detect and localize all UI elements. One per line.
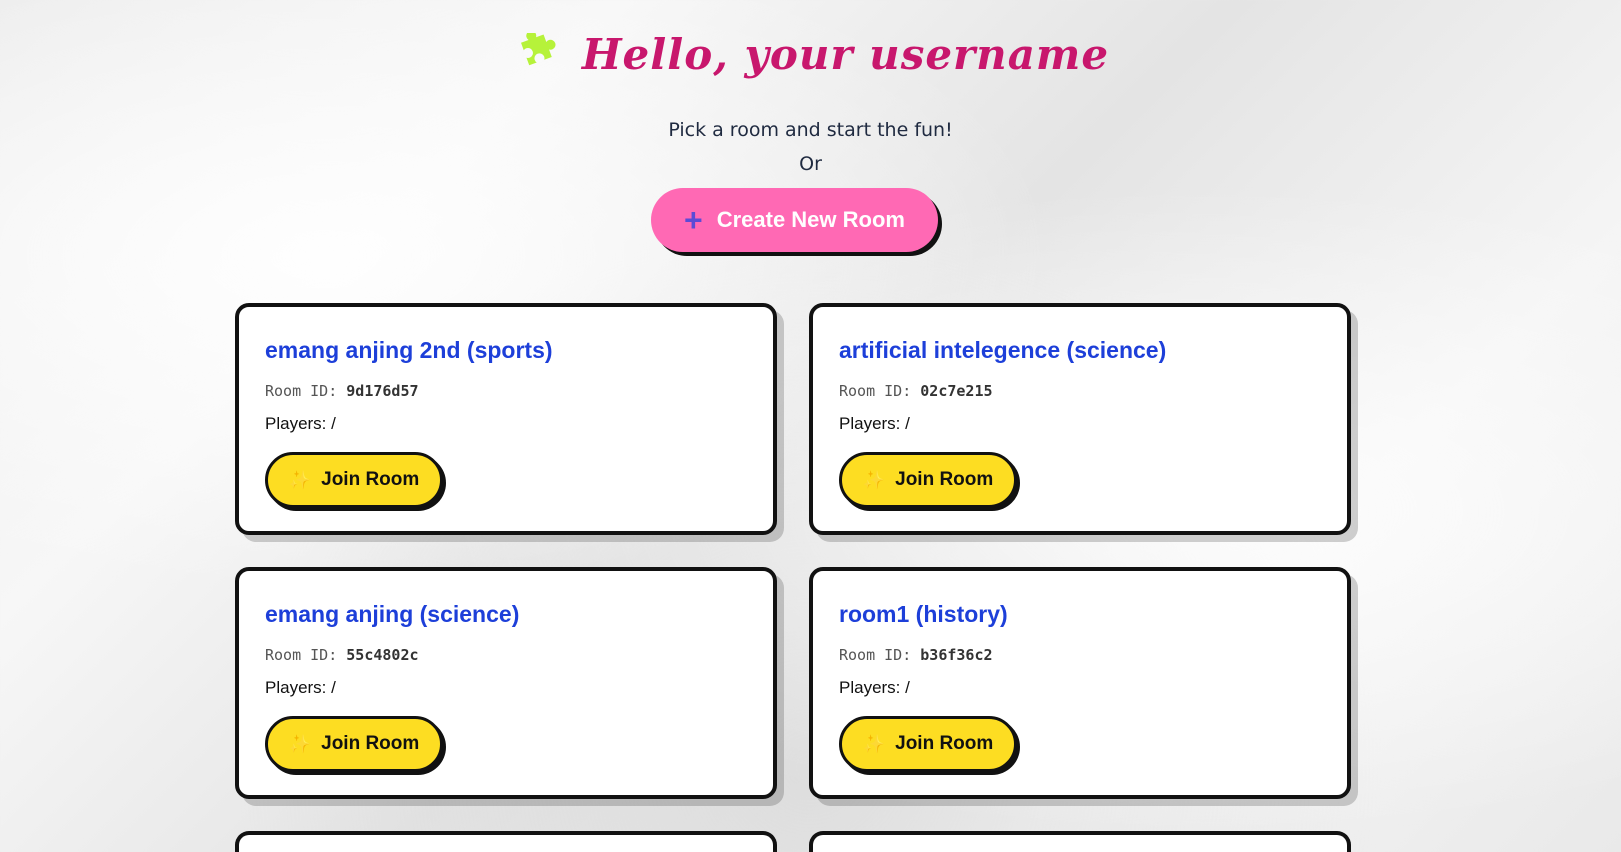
room-grid: emang anjing 2nd (sports) Room ID: 9d176… <box>235 303 1351 799</box>
join-room-label: Join Room <box>321 733 420 754</box>
page-header: Hello, your username <box>0 30 1621 79</box>
join-room-button[interactable]: ✨ Join Room <box>839 452 1017 508</box>
sparkle-icon: ✨ <box>862 469 886 490</box>
room-id: Room ID: 02c7e215 <box>839 382 1323 400</box>
room-card: emang anjing (science) Room ID: 55c4802c… <box>235 567 777 799</box>
join-room-label: Join Room <box>895 733 994 754</box>
create-room-label: Create New Room <box>716 207 905 232</box>
create-room-button[interactable]: + Create New Room <box>651 188 938 252</box>
join-room-button[interactable]: ✨ Join Room <box>265 716 443 772</box>
room-title: emang anjing (science) <box>265 601 520 627</box>
or-separator: Or <box>799 153 822 175</box>
room-id-label: Room ID: <box>265 382 338 400</box>
room-grid-overflow <box>235 831 1351 852</box>
join-room-label: Join Room <box>895 469 994 490</box>
room-players: Players: / <box>265 414 336 433</box>
room-id-label: Room ID: <box>839 382 912 400</box>
join-room-button[interactable]: ✨ Join Room <box>839 716 1017 772</box>
room-id-value: 55c4802c <box>346 646 419 664</box>
room-id: Room ID: b36f36c2 <box>839 646 1323 664</box>
room-title: room1 (history) <box>839 601 1008 627</box>
room-card: room1 (history) Room ID: b36f36c2 Player… <box>809 567 1351 799</box>
join-room-button[interactable]: ✨ Join Room <box>265 452 443 508</box>
sparkle-icon: ✨ <box>288 469 312 490</box>
room-card-partial <box>235 831 777 852</box>
page-subtitle: Pick a room and start the fun! <box>668 119 953 141</box>
join-room-label: Join Room <box>321 469 420 490</box>
room-id: Room ID: 55c4802c <box>265 646 749 664</box>
room-players: Players: / <box>839 678 910 697</box>
room-id-value: 9d176d57 <box>346 382 419 400</box>
room-card: emang anjing 2nd (sports) Room ID: 9d176… <box>235 303 777 535</box>
room-id-value: b36f36c2 <box>920 646 993 664</box>
room-id-label: Room ID: <box>839 646 912 664</box>
room-players: Players: / <box>839 414 910 433</box>
sparkle-icon: ✨ <box>288 733 312 754</box>
sparkle-icon: ✨ <box>862 733 886 754</box>
room-card: artificial intelegence (science) Room ID… <box>809 303 1351 535</box>
puzzle-icon <box>512 30 556 77</box>
room-id-value: 02c7e215 <box>920 382 993 400</box>
room-players: Players: / <box>265 678 336 697</box>
room-id-label: Room ID: <box>265 646 338 664</box>
room-title: artificial intelegence (science) <box>839 337 1167 363</box>
room-card-partial <box>809 831 1351 852</box>
plus-icon: + <box>684 202 703 238</box>
room-id: Room ID: 9d176d57 <box>265 382 749 400</box>
room-title: emang anjing 2nd (sports) <box>265 337 553 363</box>
greeting-title: Hello, your username <box>581 30 1110 79</box>
